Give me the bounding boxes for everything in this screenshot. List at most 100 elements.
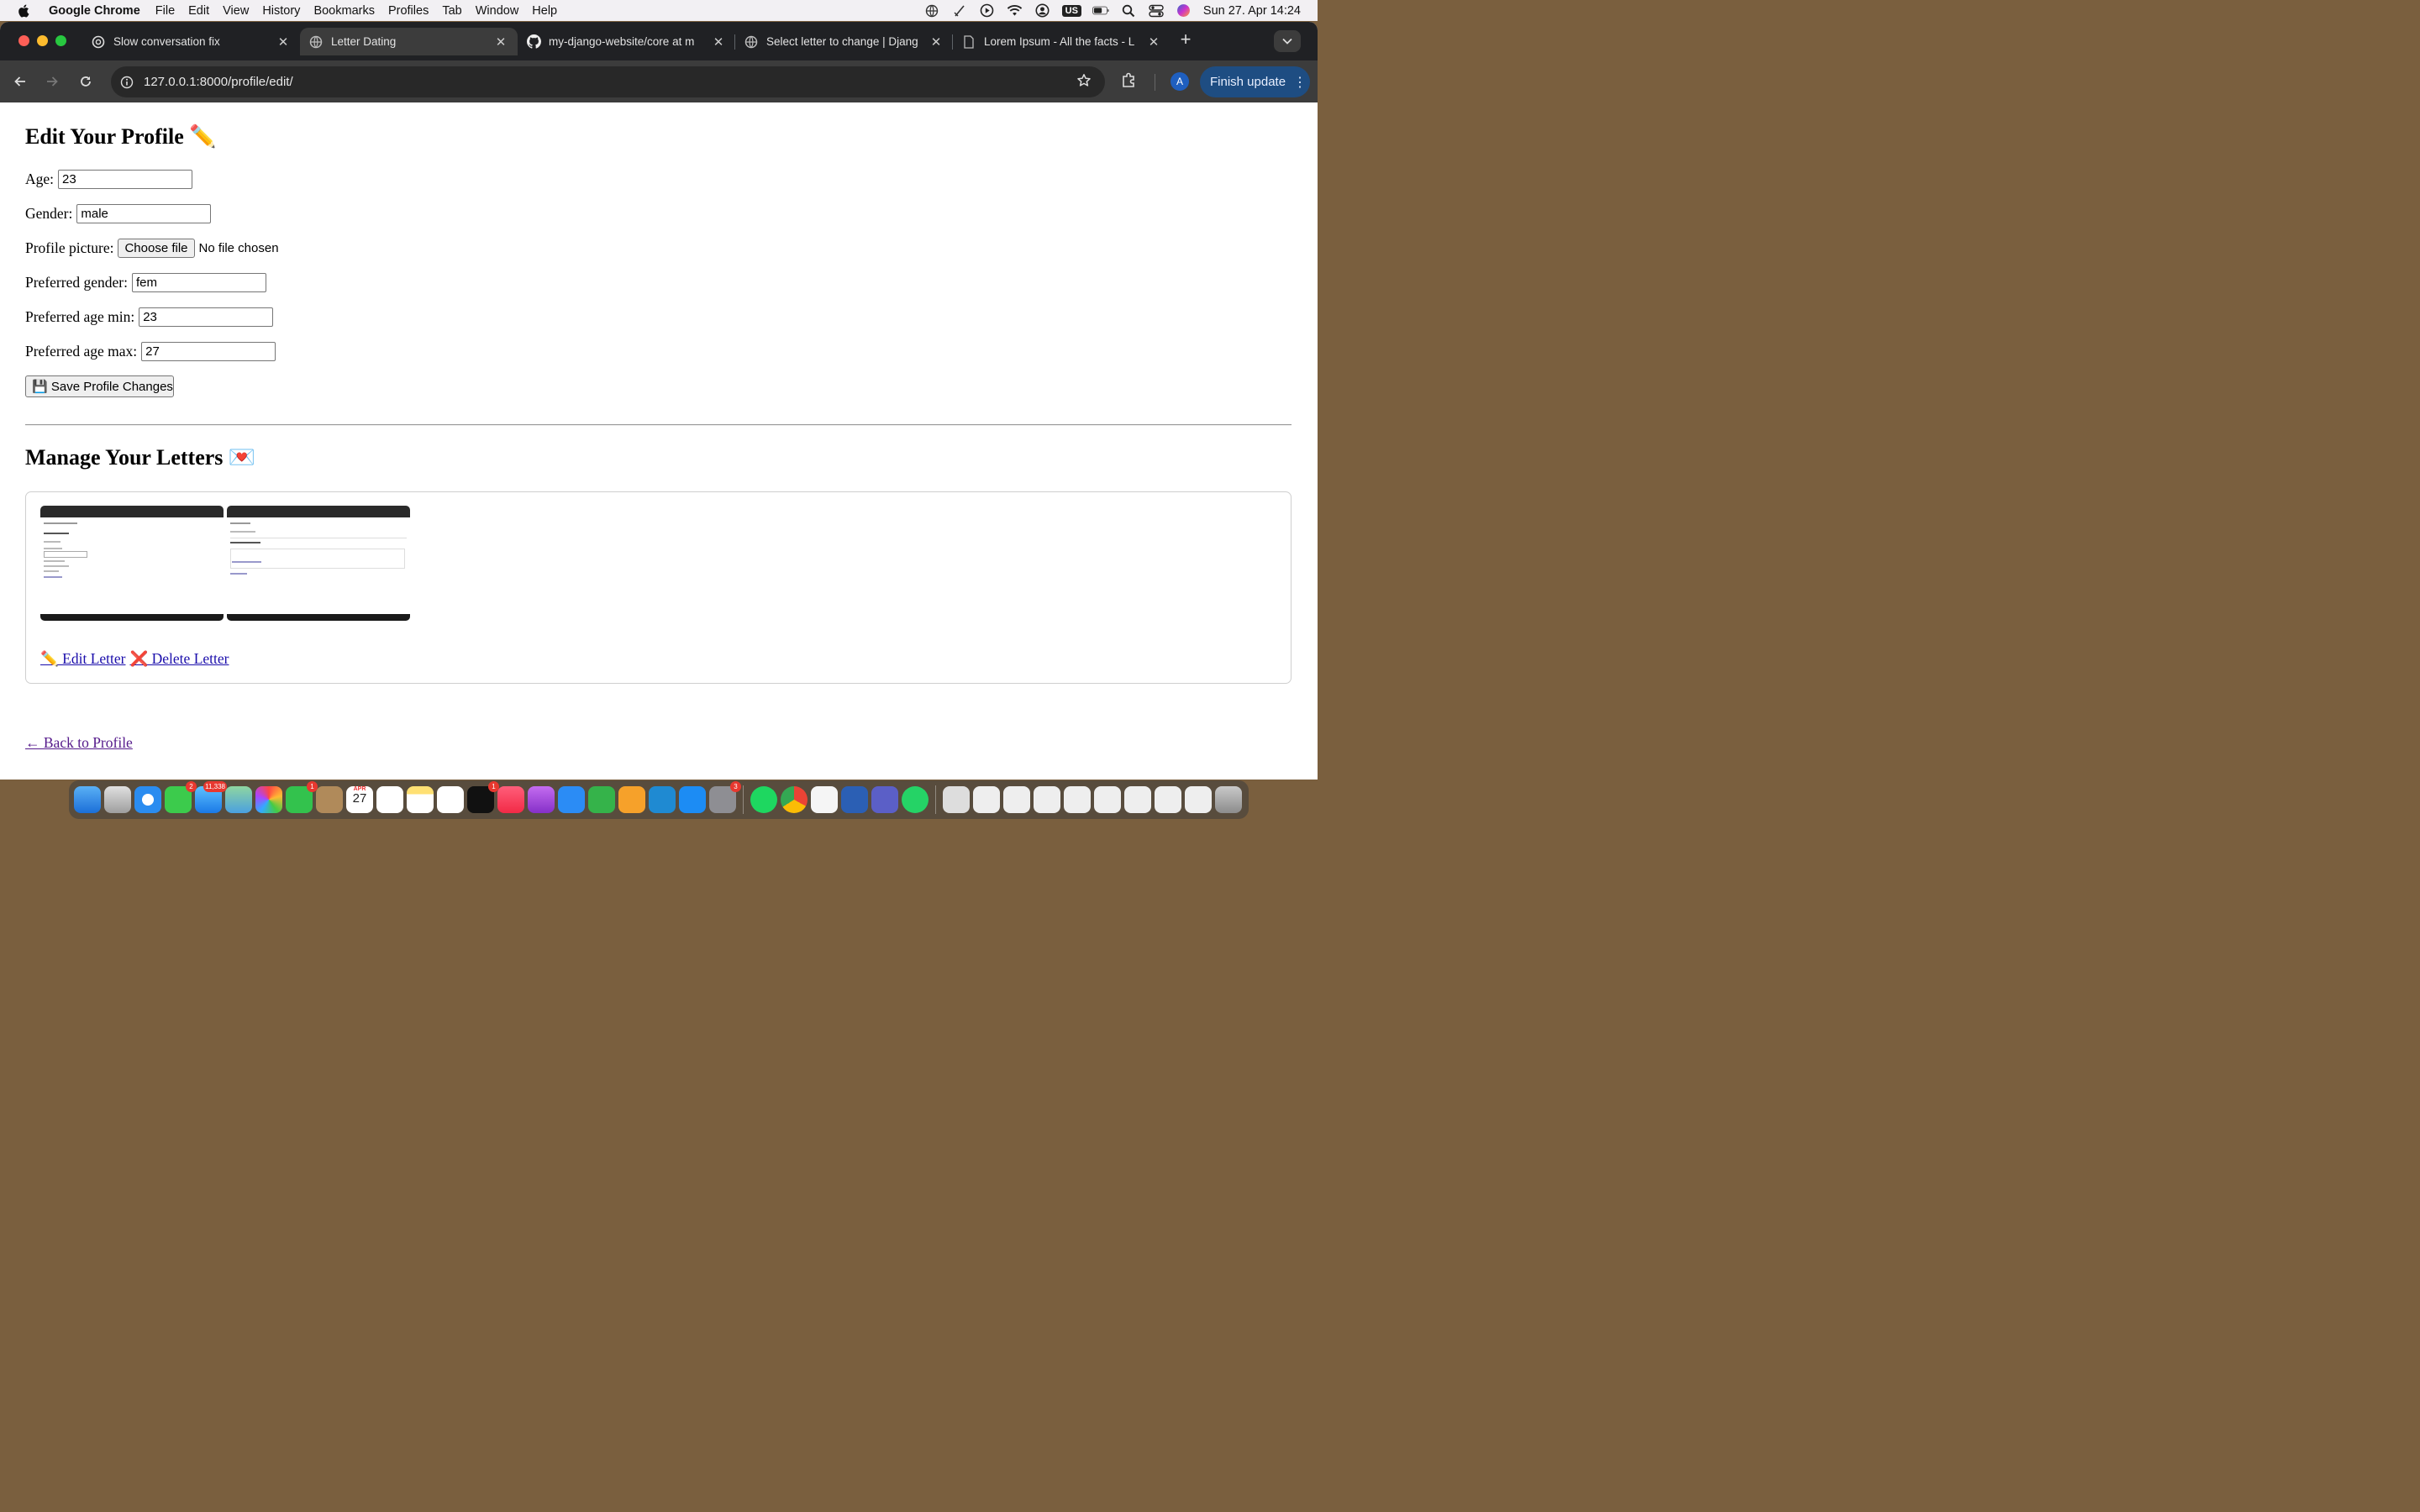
input-source-badge[interactable]: US (1061, 4, 1081, 17)
tab-letter-dating[interactable]: Letter Dating ✕ (300, 28, 518, 55)
forward-button[interactable] (43, 72, 61, 91)
pages-icon[interactable] (618, 786, 645, 813)
menu-help[interactable]: Help (525, 4, 564, 18)
numbers-icon[interactable] (588, 786, 615, 813)
menu-clock[interactable]: Sun 27. Apr 14:24 (1203, 4, 1301, 18)
brush-icon[interactable] (951, 4, 968, 18)
tab-github[interactable]: my-django-website/core at m ✕ (518, 28, 735, 55)
minimized-window-2[interactable] (1003, 786, 1030, 813)
delete-letter-link[interactable]: ❌ Delete Letter (129, 650, 229, 668)
minimized-window-8[interactable] (1185, 786, 1212, 813)
age-input[interactable] (58, 170, 193, 189)
control-center-icon[interactable] (1148, 4, 1165, 18)
launchpad-icon[interactable] (104, 786, 131, 813)
minimized-window-1[interactable] (973, 786, 1000, 813)
extensions-puzzle-icon[interactable] (1121, 71, 1138, 92)
close-tab-icon[interactable]: ✕ (494, 34, 508, 50)
preferred-age-min-input[interactable] (139, 307, 274, 327)
podcasts-icon[interactable] (528, 786, 555, 813)
choose-file-button[interactable]: Choose file (118, 239, 195, 258)
minimized-window-6[interactable] (1124, 786, 1151, 813)
finder-icon[interactable] (74, 786, 101, 813)
menu-window[interactable]: Window (469, 4, 526, 18)
minimized-window-5[interactable] (1094, 786, 1121, 813)
site-info-icon[interactable] (118, 73, 136, 92)
calendar-day: 27 (352, 791, 367, 806)
menu-app-name[interactable]: Google Chrome (42, 4, 149, 18)
calendar-icon[interactable]: APR 27 (346, 786, 373, 813)
back-button[interactable] (11, 72, 29, 91)
play-circle-icon[interactable] (979, 3, 996, 18)
tab-lorem-ipsum[interactable]: Lorem Ipsum - All the facts - L ✕ (953, 28, 1171, 55)
close-window-button[interactable] (18, 35, 29, 46)
menu-tab[interactable]: Tab (435, 4, 468, 18)
maps-icon[interactable] (225, 786, 252, 813)
menu-bookmarks[interactable]: Bookmarks (307, 4, 381, 18)
facetime-icon[interactable]: 1 (286, 781, 318, 813)
siri-icon[interactable] (1176, 4, 1192, 18)
app-store-icon[interactable] (679, 786, 706, 813)
system-settings-icon[interactable]: 3 (709, 781, 741, 813)
close-tab-icon[interactable]: ✕ (929, 34, 943, 50)
letter-image-1[interactable] (40, 506, 224, 621)
chrome-icon[interactable] (781, 786, 808, 813)
photos-icon[interactable] (255, 786, 282, 813)
minimized-window-4[interactable] (1064, 786, 1091, 813)
menu-profiles[interactable]: Profiles (381, 4, 435, 18)
preferred-gender-input[interactable] (131, 273, 266, 292)
profile-avatar[interactable]: A (1171, 72, 1189, 91)
apple-tv-icon[interactable]: 1 (467, 781, 499, 813)
address-bar[interactable]: 127.0.0.1:8000/profile/edit/ (111, 66, 1105, 97)
new-tab-button[interactable]: + (1176, 30, 1195, 49)
battery-icon[interactable] (1092, 4, 1109, 18)
teams-icon[interactable] (871, 786, 898, 813)
menu-file[interactable]: File (149, 4, 182, 18)
vscode-icon[interactable] (649, 786, 676, 813)
menu-edit[interactable]: Edit (182, 4, 216, 18)
reminders-icon[interactable] (376, 786, 403, 813)
close-tab-icon[interactable]: ✕ (712, 34, 725, 50)
minimized-window-3[interactable] (1034, 786, 1060, 813)
bookmark-star-icon[interactable] (1076, 73, 1092, 92)
wifi-icon[interactable] (1007, 4, 1023, 18)
keynote-icon[interactable] (558, 786, 585, 813)
whatsapp-icon[interactable] (902, 786, 929, 813)
zoom-window-button[interactable] (55, 35, 66, 46)
spotlight-search-icon[interactable] (1120, 4, 1137, 18)
minimized-window-7[interactable] (1155, 786, 1181, 813)
edit-letter-link[interactable]: ✏️ Edit Letter (40, 650, 125, 668)
minimize-window-button[interactable] (37, 35, 48, 46)
more-menu-icon[interactable]: ⋮ (1293, 74, 1307, 91)
trash-icon[interactable] (1215, 786, 1242, 813)
word-icon[interactable] (841, 786, 868, 813)
preferred-gender-label: Preferred gender: (25, 274, 128, 291)
messages-icon[interactable]: 2 (165, 781, 197, 813)
notes-icon[interactable] (407, 786, 434, 813)
age-row: Age: (25, 170, 193, 189)
close-tab-icon[interactable]: ✕ (1147, 34, 1160, 50)
preferred-age-max-input[interactable] (141, 342, 276, 361)
tab-search-button[interactable] (1274, 30, 1301, 52)
apple-logo-icon[interactable] (17, 3, 32, 18)
freeform-icon[interactable] (437, 786, 464, 813)
vpn-globe-icon[interactable] (923, 4, 940, 18)
downloads-stack-icon[interactable] (943, 786, 970, 813)
contacts-icon[interactable] (316, 786, 343, 813)
menu-view[interactable]: View (216, 4, 255, 18)
user-account-icon[interactable] (1034, 3, 1051, 18)
mail-icon[interactable]: 11,338 (195, 781, 227, 813)
music-icon[interactable] (497, 786, 524, 813)
menu-history[interactable]: History (255, 4, 307, 18)
gender-input[interactable] (76, 204, 212, 223)
close-tab-icon[interactable]: ✕ (276, 34, 290, 50)
reload-button[interactable] (76, 72, 95, 91)
letter-image-2[interactable] (227, 506, 410, 621)
safari-icon[interactable] (134, 786, 161, 813)
preview-icon[interactable] (811, 786, 838, 813)
back-to-profile-link[interactable]: ← Back to Profile (25, 734, 133, 752)
finish-update-button[interactable]: Finish update ⋮ (1200, 66, 1310, 97)
spotify-icon[interactable] (750, 786, 777, 813)
save-profile-button[interactable]: 💾 Save Profile Changes (25, 375, 174, 397)
tab-django-admin[interactable]: Select letter to change | Djang ✕ (735, 28, 953, 55)
tab-slow-conversation-fix[interactable]: Slow conversation fix ✕ (82, 28, 300, 55)
